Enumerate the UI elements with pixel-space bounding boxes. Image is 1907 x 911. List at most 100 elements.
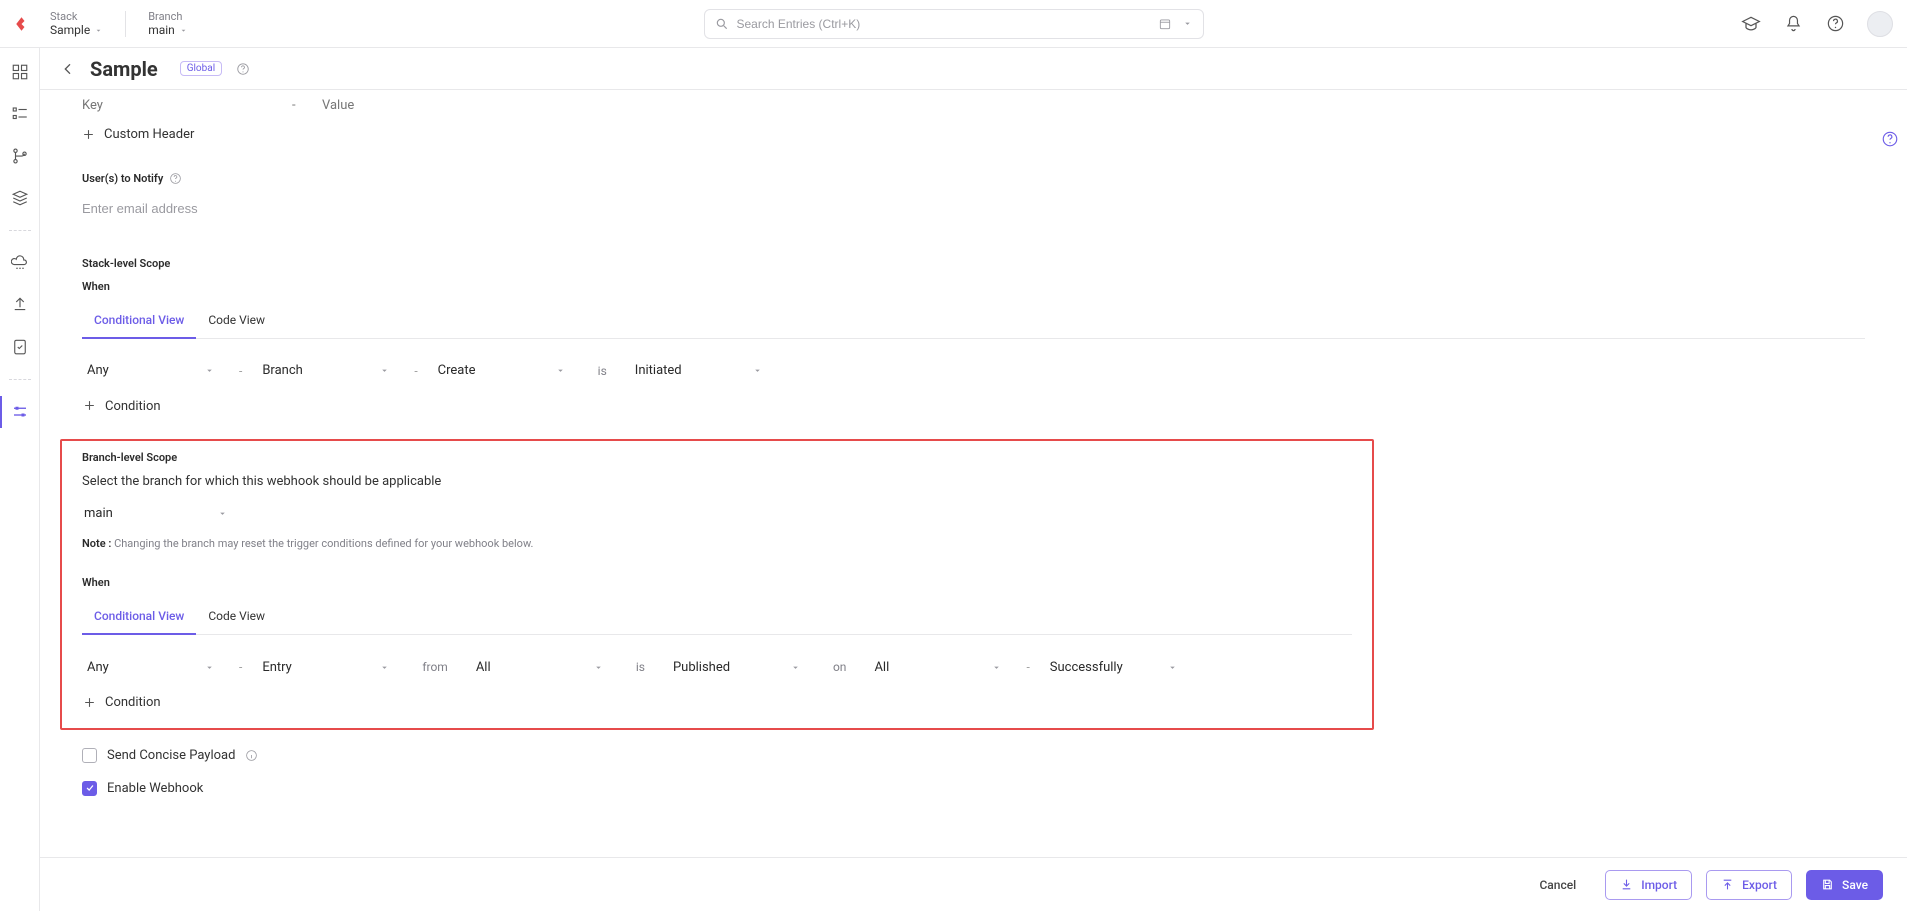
users-notify-label: User(s) to Notify [82, 172, 163, 185]
branch-select[interactable]: main [82, 499, 236, 527]
import-button[interactable]: Import [1605, 870, 1692, 900]
rail-separator [9, 379, 31, 380]
select-value: Entry [262, 660, 292, 675]
chevron-down-icon[interactable] [1182, 18, 1193, 29]
export-button[interactable]: Export [1706, 870, 1792, 900]
branch-value-dropdown[interactable]: main [148, 23, 188, 37]
global-badge: Global [180, 61, 222, 76]
enable-webhook-checkbox[interactable] [82, 781, 97, 796]
tab-code-view[interactable]: Code View [196, 303, 277, 338]
save-label: Save [1842, 878, 1868, 892]
enable-webhook-label: Enable Webhook [107, 781, 203, 796]
page-title: Sample [90, 57, 158, 81]
chevron-down-icon [555, 365, 566, 376]
plus-icon [82, 128, 96, 142]
calendar-icon[interactable] [1158, 17, 1172, 31]
stack-scope-tabs: Conditional View Code View [82, 303, 1865, 339]
export-label: Export [1742, 878, 1777, 892]
tab-code-view[interactable]: Code View [196, 599, 277, 634]
add-condition-label: Condition [105, 695, 161, 710]
cancel-button[interactable]: Cancel [1524, 870, 1591, 900]
notify-email-input[interactable] [82, 201, 482, 216]
dash-separator: - [398, 364, 433, 378]
settings-icon[interactable] [10, 402, 30, 422]
education-icon[interactable] [1741, 14, 1761, 34]
stack-crumb[interactable]: Stack Sample [50, 10, 103, 38]
dash-separator: - [1010, 660, 1045, 674]
note-text: Changing the branch may reset the trigge… [114, 537, 533, 550]
stack-condition-row: Any - Branch - Create is Initiated [83, 357, 1865, 385]
save-button[interactable]: Save [1806, 870, 1883, 900]
stack-scope-label: Stack-level Scope [82, 257, 170, 270]
word-is: is [574, 364, 631, 378]
branch-scope-tabs: Conditional View Code View [82, 599, 1352, 635]
select-value: Successfully [1050, 660, 1123, 675]
branch-icon[interactable] [10, 146, 30, 166]
branch-when-label: When [82, 576, 1352, 589]
tab-conditional-view[interactable]: Conditional View [82, 303, 196, 339]
branch-scope-select-state[interactable]: Published [669, 653, 809, 681]
stack-value-dropdown[interactable]: Sample [50, 23, 103, 37]
add-custom-header-button[interactable]: Custom Header [82, 127, 194, 142]
publish-icon[interactable] [10, 295, 30, 315]
chevron-down-icon [752, 365, 763, 376]
chevron-down-icon [179, 26, 188, 35]
tab-conditional-view[interactable]: Conditional View [82, 599, 196, 635]
concise-payload-row: Send Concise Payload [82, 748, 1865, 763]
stack-scope-select-state[interactable]: Initiated [631, 357, 771, 385]
page-help-icon[interactable] [236, 62, 250, 76]
concise-payload-checkbox[interactable] [82, 748, 97, 763]
avatar[interactable] [1867, 11, 1893, 37]
branch-scope-highlight: Branch-level Scope Select the branch for… [60, 439, 1374, 730]
main-content: Key - Value Custom Header User(s) to Not… [40, 90, 1907, 857]
select-value: Initiated [635, 363, 682, 378]
entries-icon[interactable] [10, 104, 30, 124]
dashboard-icon[interactable] [10, 62, 30, 82]
branch-crumb[interactable]: Branch main [148, 10, 188, 38]
topbar: Stack Sample Branch main [0, 0, 1907, 48]
branch-label: Branch [148, 10, 188, 23]
chevron-down-icon [593, 662, 604, 673]
save-icon [1821, 878, 1834, 891]
stack-label: Stack [50, 10, 103, 23]
search-input[interactable] [737, 17, 1150, 31]
crumb-separator [125, 11, 126, 37]
branch-scope-desc: Select the branch for which this webhook… [82, 474, 1352, 489]
stack-value: Sample [50, 23, 90, 37]
branch-scope-select-on[interactable]: All [870, 653, 1010, 681]
chevron-down-icon [204, 662, 215, 673]
import-icon [1620, 878, 1633, 891]
stack-scope-select-branch[interactable]: Branch [258, 357, 398, 385]
branch-scope-label: Branch-level Scope [82, 451, 177, 464]
info-icon[interactable] [169, 172, 182, 185]
branch-scope-select-result[interactable]: Successfully [1046, 653, 1186, 681]
tasks-icon[interactable] [10, 337, 30, 357]
search-icon [715, 17, 729, 31]
stack-scope-section: Stack-level Scope [82, 257, 1865, 270]
releases-icon[interactable] [10, 253, 30, 273]
add-stack-condition-button[interactable]: Condition [83, 399, 161, 414]
help-icon[interactable] [1825, 14, 1845, 34]
bell-icon[interactable] [1783, 14, 1803, 34]
branch-scope-select-entity[interactable]: Entry [258, 653, 398, 681]
branch-value: main [148, 23, 175, 37]
export-icon [1721, 878, 1734, 891]
select-value: All [476, 660, 491, 675]
add-branch-condition-button[interactable]: Condition [83, 695, 161, 710]
back-arrow-icon[interactable] [60, 61, 76, 77]
global-search[interactable] [704, 9, 1204, 39]
add-custom-header-label: Custom Header [104, 127, 194, 142]
branch-scope-section: Branch-level Scope [82, 451, 1352, 464]
branch-scope-select-any[interactable]: Any [83, 653, 223, 681]
footer-actions: Cancel Import Export Save [40, 857, 1907, 911]
chevron-down-icon [94, 26, 103, 35]
stack-scope-select-any[interactable]: Any [83, 357, 223, 385]
layers-icon[interactable] [10, 188, 30, 208]
enable-webhook-row: Enable Webhook [82, 781, 1865, 796]
info-icon[interactable] [245, 749, 258, 762]
key-label: Key [82, 98, 292, 113]
value-label: Value [322, 98, 354, 113]
branch-scope-select-from[interactable]: All [472, 653, 612, 681]
stack-scope-select-action[interactable]: Create [434, 357, 574, 385]
users-notify-section: User(s) to Notify [82, 172, 1865, 185]
